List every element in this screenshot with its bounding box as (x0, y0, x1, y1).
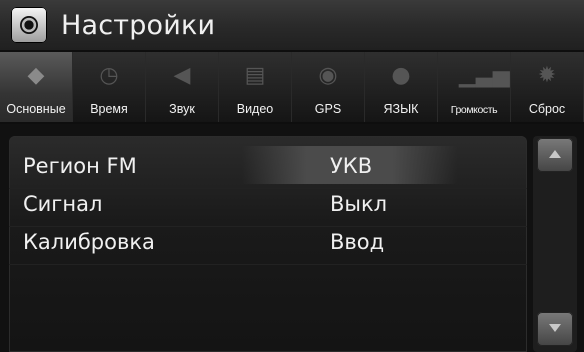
setting-value[interactable]: Ввод (330, 220, 384, 264)
clock-icon: ◷ (99, 63, 119, 88)
speaker-icon: ◀ (173, 63, 191, 88)
volume-bars-icon: ▁▃▅ (459, 63, 510, 88)
settings-app-icon[interactable] (11, 7, 47, 43)
page-title: Настройки (61, 9, 216, 41)
arrow-down-icon (549, 324, 561, 332)
tab-bar: ◆ Основные ◷ Время ◀ Звук ▤ Видео ◉ GPS … (0, 52, 584, 122)
scroll-up-button[interactable] (537, 138, 573, 172)
tab-sound[interactable]: ◀ Звук (146, 52, 219, 122)
gear-icon: ✹ (537, 63, 557, 88)
scrollbar[interactable] (533, 136, 577, 352)
tab-label: GPS (314, 102, 342, 116)
tab-reset[interactable]: ✹ Сброс (511, 52, 584, 122)
setting-label: Калибровка (23, 230, 155, 254)
tab-general[interactable]: ◆ Основные (0, 52, 73, 122)
scroll-down-button[interactable] (537, 312, 573, 346)
tab-label: Основные (6, 102, 66, 116)
tab-label: Громкость (450, 104, 498, 116)
gps-icon: ◉ (318, 63, 338, 88)
tab-video[interactable]: ▤ Видео (219, 52, 292, 122)
divider (9, 264, 527, 265)
tab-language[interactable]: ● ЯЗЫК (365, 52, 438, 122)
settings-list: Регион FM УКВ Сигнал Выкл Калибровка Вво… (9, 136, 527, 352)
tab-label: Сброс (528, 102, 566, 116)
cube-icon: ◆ (27, 63, 45, 88)
tab-gps[interactable]: ◉ GPS (292, 52, 365, 122)
film-icon: ▤ (244, 63, 266, 88)
title-bar: Настройки (0, 0, 584, 50)
list-item[interactable]: Калибровка Ввод (9, 220, 527, 264)
speech-bubble-icon: ● (391, 63, 411, 88)
tab-label: Звук (169, 102, 195, 116)
tab-label: Время (90, 102, 128, 116)
tab-time[interactable]: ◷ Время (73, 52, 146, 122)
main-area: Регион FM УКВ Сигнал Выкл Калибровка Вво… (0, 124, 584, 352)
tab-label: ЯЗЫК (383, 102, 419, 116)
tab-volume[interactable]: ▁▃▅ Громкость (438, 52, 511, 122)
arrow-up-icon (549, 150, 561, 158)
tab-label: Видео (236, 102, 274, 116)
